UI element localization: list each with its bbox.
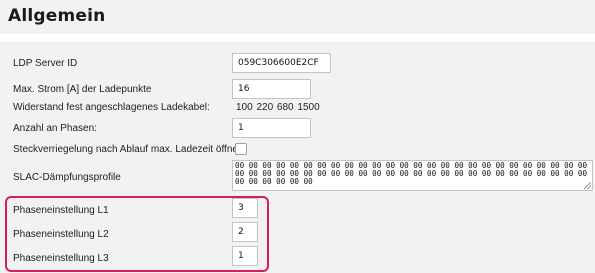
resistance-values: 100 220 680 1500 (236, 102, 320, 113)
ldp-server-id-label: LDP Server ID (13, 58, 78, 69)
settings-panel: Allgemein LDP Server ID Max. Strom [A] d… (0, 0, 595, 273)
phase-count-label: Anzahl an Phasen: (13, 123, 97, 134)
slac-profile-text: 00 00 00 00 00 00 00 00 00 00 00 00 00 0… (235, 161, 588, 186)
phase-settings-highlight (5, 196, 269, 272)
title-separator (0, 34, 595, 42)
phase-count-input[interactable] (232, 118, 311, 138)
slac-profile-textarea[interactable]: 00 00 00 00 00 00 00 00 00 00 00 00 00 0… (232, 160, 593, 191)
plug-lock-label: Steckverriegelung nach Ablauf max. Ladez… (13, 144, 244, 155)
max-current-input[interactable] (232, 79, 311, 99)
resize-grip-icon[interactable] (584, 182, 591, 189)
max-current-label: Max. Strom [A] der Ladepunkte (13, 84, 152, 95)
resistance-label: Widerstand fest angeschlagenes Ladekabel… (13, 102, 210, 113)
slac-profile-label: SLAC-Dämpfungsprofile (13, 172, 121, 183)
plug-lock-checkbox[interactable] (235, 143, 247, 155)
section-title: Allgemein (8, 6, 106, 26)
ldp-server-id-input[interactable] (232, 53, 331, 73)
